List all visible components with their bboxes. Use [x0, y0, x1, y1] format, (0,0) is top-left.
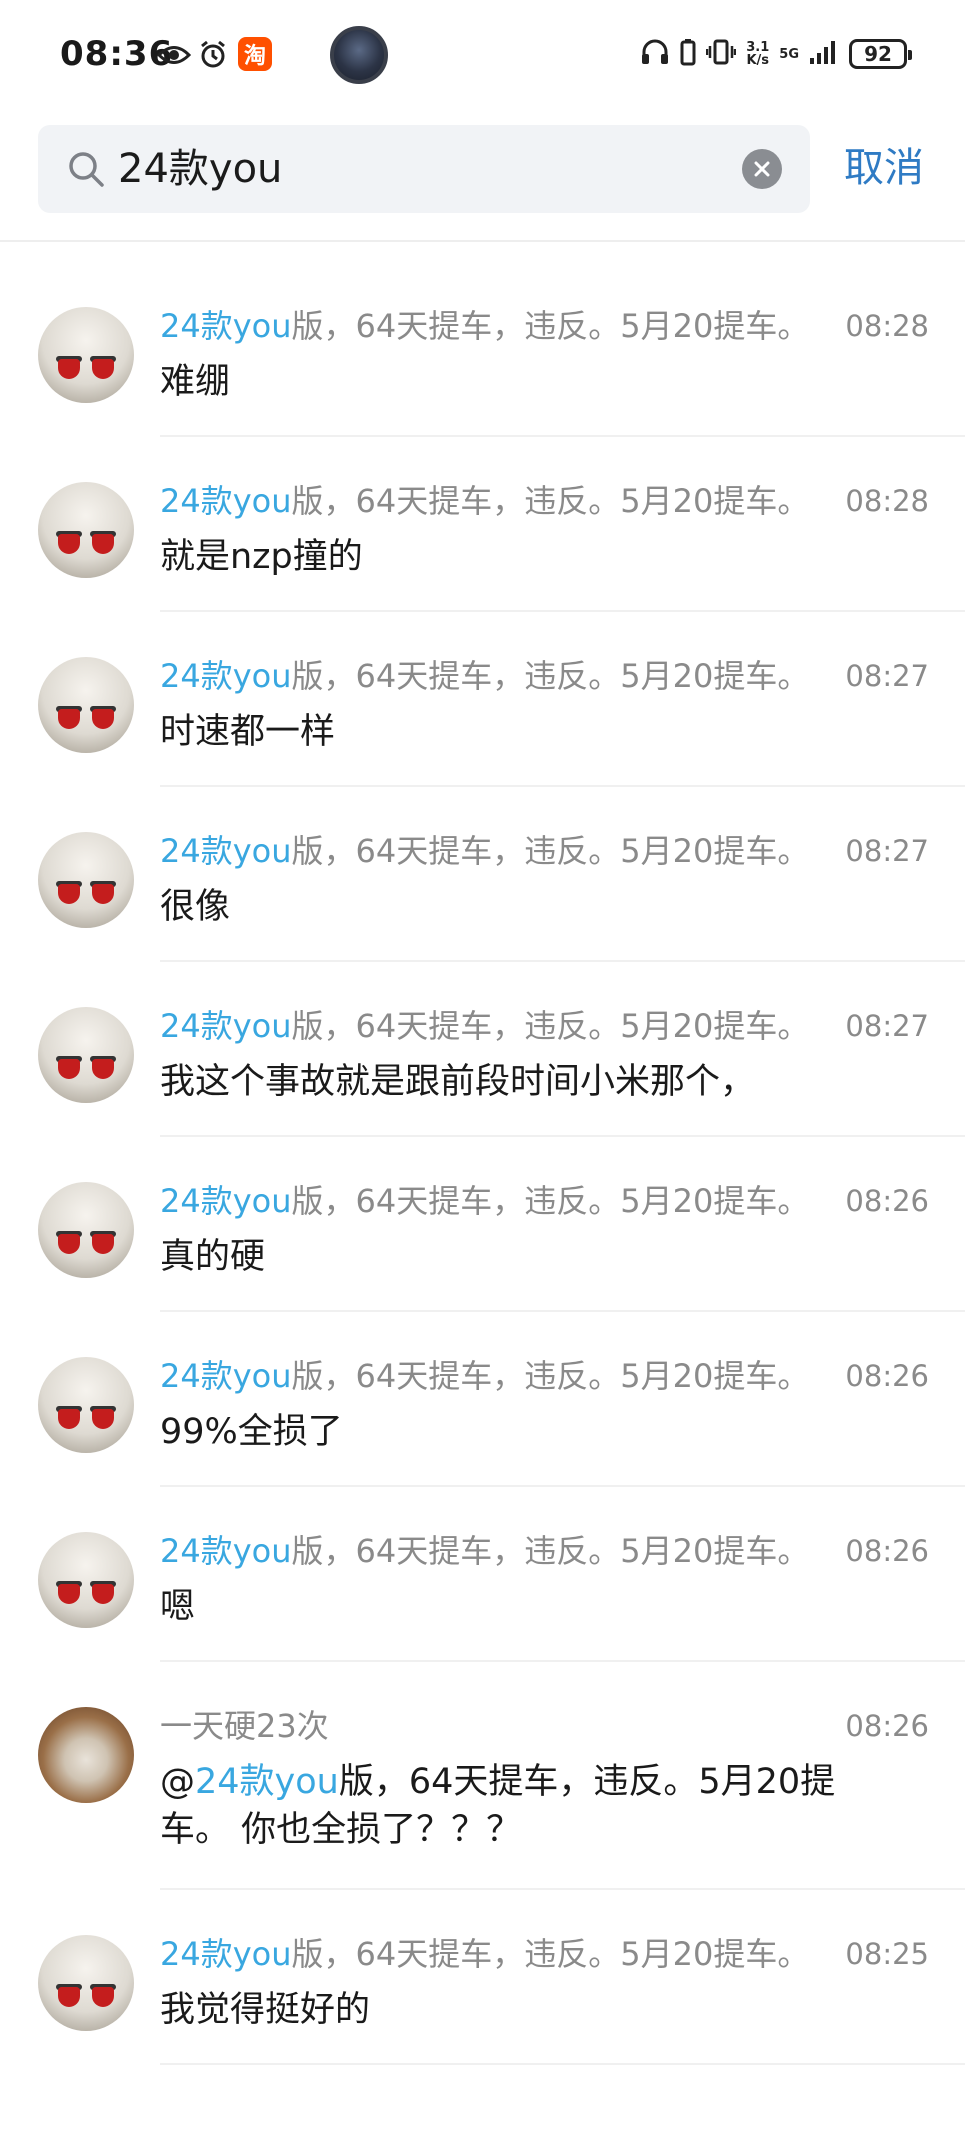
status-right-group: 3.1 K/s 5G 92: [640, 34, 912, 74]
avatar[interactable]: [38, 832, 134, 928]
sender-highlight: 24款you: [160, 1357, 292, 1395]
sender-highlight: 24款you: [160, 307, 292, 345]
message-text: 真的硬: [160, 1237, 266, 1277]
sender-highlight: 24款you: [160, 657, 292, 695]
sender-rest: 版，64天提车，违反。5月20提车。: [291, 1532, 810, 1570]
message-text: 我觉得挺好的: [160, 1990, 371, 2030]
battery-level: 92: [864, 42, 892, 66]
sender-name: 24款you版，64天提车，违反。5月20提车。: [160, 1354, 809, 1398]
sender-rest: 版，64天提车，违反。5月20提车。: [291, 482, 810, 520]
avatar[interactable]: [38, 1182, 134, 1278]
message-time: 08:27: [845, 1009, 929, 1043]
message-time: 08:26: [845, 1534, 929, 1568]
avatar[interactable]: [38, 307, 134, 403]
message-time: 08:28: [845, 309, 929, 343]
message-text: 99%全损了: [160, 1412, 343, 1452]
sender-name: 24款you版，64天提车，违反。5月20提车。: [160, 479, 809, 523]
message-text: 很像: [160, 887, 231, 927]
message-text: 就是nzp撞的: [160, 537, 363, 577]
sender-highlight: 24款you: [160, 1935, 292, 1973]
taobao-app-icon: 淘: [238, 37, 272, 71]
eye-icon: [156, 38, 192, 72]
alarm-icon: [196, 38, 230, 72]
sender-highlight: 24款you: [160, 1532, 292, 1570]
sender-rest: 版，64天提车，违反。5月20提车。: [291, 1182, 810, 1220]
avatar[interactable]: [38, 1935, 134, 2031]
sender-name: 24款you版，64天提车，违反。5月20提车。: [160, 1004, 809, 1048]
list-item[interactable]: 一天硬23次 08:26 @24款you版，64天提车，违反。5月20提车。 你…: [0, 1662, 965, 1890]
sender-rest: 版，64天提车，违反。5月20提车。: [291, 1935, 810, 1973]
message-time: 08:26: [845, 1359, 929, 1393]
list-item[interactable]: 24款you版，64天提车，违反。5月20提车。 08:27 很像: [0, 787, 965, 962]
message-time: 08:26: [845, 1184, 929, 1218]
headphones-icon: [640, 38, 670, 70]
list-item[interactable]: 24款you版，64天提车，违反。5月20提车。 08:27 我这个事故就是跟前…: [0, 962, 965, 1137]
avatar[interactable]: [38, 1007, 134, 1103]
message-time: 08:26: [845, 1709, 929, 1743]
network-type: 5G: [779, 46, 799, 62]
sender-name: 24款you版，64天提车，违反。5月20提车。: [160, 1179, 809, 1223]
search-bar[interactable]: 24款you: [38, 125, 810, 213]
list-item[interactable]: 24款you版，64天提车，违反。5月20提车。 08:26 真的硬: [0, 1137, 965, 1312]
message-text: 时速都一样: [160, 712, 336, 752]
message-time: 08:28: [845, 484, 929, 518]
avatar[interactable]: [38, 1357, 134, 1453]
list-item[interactable]: 24款you版，64天提车，违反。5月20提车。 08:25 我觉得挺好的: [0, 1890, 965, 2065]
cancel-button[interactable]: 取消: [844, 140, 924, 196]
header-divider: [0, 240, 965, 242]
sender-highlight: 24款you: [160, 1007, 292, 1045]
list-item[interactable]: 24款you版，64天提车，违反。5月20提车。 08:28 就是nzp撞的: [0, 437, 965, 612]
message-text: 嗯: [160, 1587, 196, 1627]
net-speed: 3.1 K/s: [746, 41, 769, 67]
sender-highlight: 24款you: [160, 482, 292, 520]
mention-at: @: [160, 1762, 195, 1802]
message-time: 08:25: [845, 1937, 929, 1971]
sender-rest: 版，64天提车，违反。5月20提车。: [291, 307, 810, 345]
sender-rest: 版，64天提车，违反。5月20提车。: [291, 832, 810, 870]
avatar[interactable]: [38, 1532, 134, 1628]
sender-rest: 版，64天提车，违反。5月20提车。: [291, 657, 810, 695]
search-input[interactable]: 24款you: [118, 141, 282, 197]
vibrate-icon: [706, 38, 737, 70]
message-text: 难绷: [160, 362, 231, 402]
search-results-list: 24款you版，64天提车，违反。5月20提车。 08:28 难绷 24款you…: [0, 262, 965, 2065]
battery-saver-icon: [680, 38, 696, 70]
message-time: 08:27: [845, 659, 929, 693]
message-text: 我这个事故就是跟前段时间小米那个，: [160, 1062, 756, 1102]
battery-icon: 92: [849, 39, 912, 69]
floating-avatar[interactable]: [330, 26, 388, 84]
list-item[interactable]: 24款you版，64天提车，违反。5月20提车。 08:28 难绷: [0, 262, 965, 437]
avatar[interactable]: [38, 657, 134, 753]
status-bar: 08:36 淘 3.1 K/s 5G 92: [0, 0, 965, 110]
sender-name: 24款you版，64天提车，违反。5月20提车。: [160, 1529, 809, 1573]
mention-highlight[interactable]: 24款you: [195, 1762, 339, 1802]
net-speed-unit: K/s: [746, 53, 770, 68]
sender-rest: 版，64天提车，违反。5月20提车。: [291, 1007, 810, 1045]
divider: [160, 2063, 965, 2065]
avatar[interactable]: [38, 1707, 134, 1803]
avatar[interactable]: [38, 482, 134, 578]
sender-name: 24款you版，64天提车，违反。5月20提车。: [160, 654, 809, 698]
sender-highlight: 24款you: [160, 832, 292, 870]
sender-name: 24款you版，64天提车，违反。5月20提车。: [160, 1932, 809, 1976]
clear-icon[interactable]: [742, 149, 782, 189]
message-time: 08:27: [845, 834, 929, 868]
signal-icon: [809, 38, 839, 70]
sender-rest: 版，64天提车，违反。5月20提车。: [291, 1357, 810, 1395]
sender-highlight: 24款you: [160, 1182, 292, 1220]
sender-name: 24款you版，64天提车，违反。5月20提车。: [160, 304, 809, 348]
message-text: @24款you版，64天提车，违反。5月20提车。 你也全损了？？？: [160, 1758, 880, 1854]
list-item[interactable]: 24款you版，64天提车，违反。5月20提车。 08:26 嗯: [0, 1487, 965, 1662]
list-item[interactable]: 24款you版，64天提车，违反。5月20提车。 08:26 99%全损了: [0, 1312, 965, 1487]
list-item[interactable]: 24款you版，64天提车，违反。5月20提车。 08:27 时速都一样: [0, 612, 965, 787]
sender-name: 一天硬23次: [160, 1707, 329, 1745]
sender-name: 24款you版，64天提车，违反。5月20提车。: [160, 829, 809, 873]
search-icon: [66, 149, 106, 189]
